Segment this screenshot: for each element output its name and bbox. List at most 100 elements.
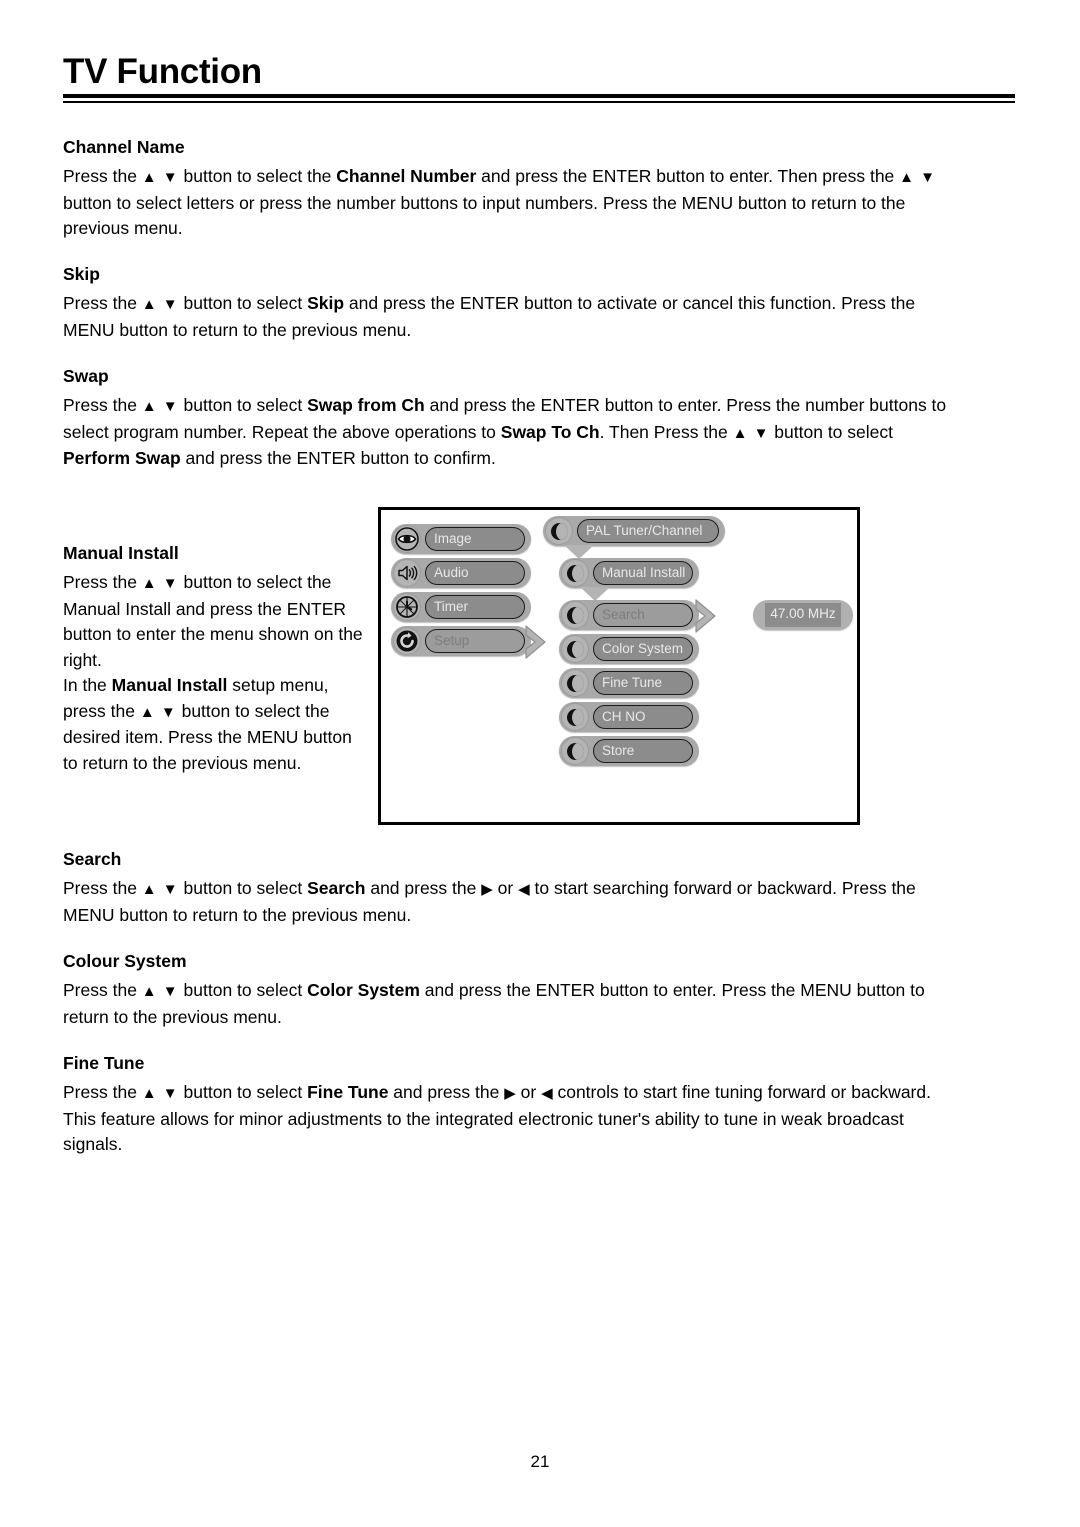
section-heading: Manual Install: [63, 543, 179, 563]
osd-diagram: Image Audio Timer Setup PAL Tuner/Channe…: [381, 510, 857, 822]
page-title-block: TV Function: [63, 52, 1015, 103]
body-text: controls to start fine tuning forward or…: [552, 1082, 931, 1102]
crescent-icon: [561, 601, 589, 629]
direction-arrow-icon: ◀: [541, 1085, 553, 1102]
up-down-arrow-icon: ▲ ▼: [141, 1085, 179, 1102]
section-paragraph: Press the ▲ ▼ button to select Swap from…: [63, 393, 963, 472]
emphasis-text: Search: [307, 878, 366, 898]
section-paragraph: In the Manual Install setup menu, press …: [63, 673, 363, 776]
osd-menu-label: Setup: [425, 629, 525, 653]
title-rule-thick: [63, 94, 1015, 98]
manual-page: TV Function Channel Name Press the ▲ ▼ bu…: [0, 0, 1080, 1527]
osd-submenu-header[interactable]: PAL Tuner/Channel: [543, 516, 725, 546]
body-text: and press the ENTER button to confirm.: [180, 448, 496, 468]
osd-submenu-parent-label: Manual Install: [593, 561, 693, 585]
section-search: Search Press the ▲ ▼ button to select Sea…: [63, 849, 963, 928]
section-heading: Search: [63, 849, 122, 869]
osd-menu-item-audio[interactable]: Audio: [391, 558, 531, 588]
chevron-right-icon-2: [693, 596, 719, 636]
chevron-right-icon-1: [523, 622, 549, 662]
crescent-icon: [561, 559, 589, 587]
section-paragraph: This feature allows for minor adjustment…: [63, 1107, 963, 1158]
emphasis-text: Skip: [307, 293, 345, 313]
emphasis-text: Perform Swap: [63, 448, 181, 468]
body-text: . Then Press the: [599, 421, 733, 442]
up-down-arrow-icon: ▲ ▼: [732, 424, 770, 442]
osd-submenu-item-fine-tune[interactable]: Fine Tune: [559, 668, 699, 698]
osd-value-readout-label: 47.00 MHz: [765, 603, 841, 627]
up-down-arrow-icon: ▲ ▼: [141, 575, 179, 592]
section-paragraph: Press the ▲ ▼ button to select the Manua…: [63, 570, 363, 673]
section-heading: Fine Tune: [63, 1053, 145, 1073]
section-colour-system: Colour System Press the ▲ ▼ button to sel…: [63, 951, 963, 1030]
body-text: button to select: [178, 980, 308, 1000]
direction-arrow-icon: ◀: [518, 881, 530, 898]
osd-menu-item-timer[interactable]: Timer: [391, 592, 531, 622]
section-manual-install: Manual Install Press the ▲ ▼ button to se…: [63, 543, 363, 776]
osd-diagram-frame: Image Audio Timer Setup PAL Tuner/Channe…: [378, 507, 860, 825]
section-skip: Skip Press the ▲ ▼ button to select Skip …: [63, 264, 963, 343]
down-arrow-icon-2: [580, 587, 610, 601]
section-heading: Colour System: [63, 951, 187, 971]
body-text: Press the: [63, 980, 142, 1000]
body-text: button to select: [178, 293, 308, 313]
osd-menu-item-image[interactable]: Image: [391, 524, 531, 554]
up-down-arrow-icon: ▲ ▼: [899, 169, 937, 186]
osd-submenu-item-label: Search: [593, 603, 693, 627]
osd-submenu-item-color-system[interactable]: Color System: [559, 634, 699, 664]
emphasis-text: Swap from Ch: [307, 395, 425, 415]
body-text: This feature allows for minor adjustment…: [63, 1108, 904, 1155]
section-paragraph: Press the ▲ ▼ button to select Fine Tune…: [63, 1080, 963, 1107]
up-down-arrow-icon: ▲ ▼: [141, 983, 179, 1000]
crescent-icon: [561, 669, 589, 697]
osd-submenu-item-store[interactable]: Store: [559, 736, 699, 766]
osd-submenu-item-search[interactable]: Search: [559, 600, 699, 630]
speaker-icon: [393, 559, 421, 587]
osd-menu-item-setup[interactable]: Setup: [391, 626, 531, 656]
body-text: button to select: [178, 878, 308, 898]
section-heading: Channel Name: [63, 137, 185, 157]
body-text: and press the ENTER button to enter. The…: [476, 166, 900, 186]
osd-submenu-item-label: Fine Tune: [593, 671, 693, 695]
body-text: or: [515, 1082, 542, 1102]
osd-submenu-item-label: Store: [593, 739, 693, 763]
section-paragraph: Press the ▲ ▼ button to select the Chann…: [63, 164, 963, 242]
osd-menu-label: Timer: [425, 595, 525, 619]
osd-submenu-header-label: PAL Tuner/Channel: [577, 519, 719, 543]
section-heading: Skip: [63, 264, 100, 284]
body-text: button to select: [178, 395, 308, 415]
crescent-icon: [545, 517, 573, 545]
body-text: button to select: [769, 421, 893, 442]
crescent-icon: [561, 635, 589, 663]
body-text: Press the: [63, 395, 142, 415]
emphasis-text: Manual Install: [111, 675, 228, 695]
body-text: and press the: [365, 878, 482, 898]
refresh-icon: [393, 627, 421, 655]
osd-value-readout: 47.00 MHz: [753, 600, 853, 630]
osd-submenu-item-ch-no[interactable]: CH NO: [559, 702, 699, 732]
up-down-arrow-icon: ▲ ▼: [141, 398, 179, 415]
osd-submenu-parent[interactable]: Manual Install: [559, 558, 699, 588]
title-rule-thin: [63, 101, 1015, 103]
up-down-arrow-icon: ▲ ▼: [141, 296, 179, 313]
down-arrow-icon-1: [564, 545, 594, 559]
osd-submenu-item-label: CH NO: [593, 705, 693, 729]
osd-menu-label: Image: [425, 527, 525, 551]
direction-arrow-icon: ▶: [481, 881, 493, 898]
up-down-arrow-icon: ▲ ▼: [141, 169, 179, 186]
emphasis-text: Fine Tune: [307, 1082, 389, 1102]
body-text: button to select the: [178, 166, 337, 186]
emphasis-text: Channel Number: [336, 166, 477, 186]
body-text: and press the: [388, 1082, 505, 1102]
emphasis-text: Swap To Ch: [500, 421, 600, 442]
page-title: TV Function: [63, 52, 262, 91]
section-channel-name: Channel Name Press the ▲ ▼ button to sele…: [63, 137, 963, 242]
section-heading: Swap: [63, 366, 109, 386]
clock-icon: [393, 593, 421, 621]
section-paragraph: Press the ▲ ▼ button to select Color Sys…: [63, 978, 963, 1030]
up-down-arrow-icon: ▲ ▼: [139, 703, 177, 721]
emphasis-text: Color System: [307, 980, 420, 1000]
section-paragraph: Press the ▲ ▼ button to select Search an…: [63, 876, 963, 928]
body-text: Press the: [63, 293, 142, 313]
eye-icon: [393, 525, 421, 553]
